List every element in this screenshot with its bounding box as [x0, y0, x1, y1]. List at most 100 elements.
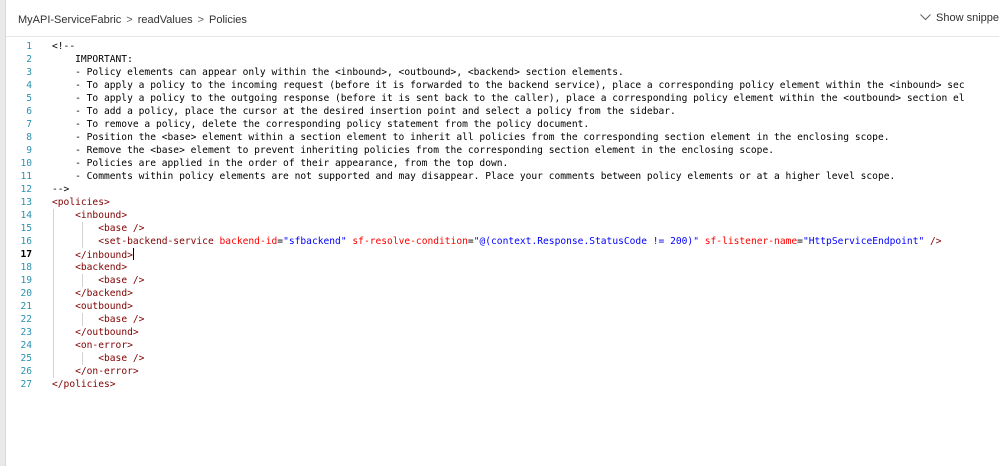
line-number: 17 [20, 249, 32, 260]
code-text: - To apply a policy to the outgoing resp… [52, 92, 965, 105]
show-snippets-toggle[interactable]: Show snippe [920, 12, 999, 24]
code-text: - To remove a policy, delete the corresp… [52, 118, 589, 131]
code-token: - To remove a policy, delete the corresp… [52, 119, 590, 130]
code-token: <base /> [98, 353, 145, 364]
text-cursor [132, 248, 134, 260]
breadcrumb-separator: > [197, 14, 205, 26]
code-token: "HttpServiceEndpoint" [802, 236, 925, 247]
code-line[interactable]: 21 <outbound> [6, 300, 999, 313]
code-text: </policies> [52, 378, 116, 391]
line-number: 27 [20, 379, 32, 390]
line-number: 14 [20, 210, 32, 221]
code-line[interactable]: 20 </backend> [6, 287, 999, 300]
code-token: - Position the <base> element within a s… [52, 132, 890, 143]
code-token: - Remove the <base> element to prevent i… [52, 145, 774, 156]
breadcrumb-item-api[interactable]: MyAPI-ServiceFabric [18, 14, 121, 26]
code-token: <base /> [98, 275, 145, 286]
code-token: - Comments within policy elements are no… [52, 171, 896, 182]
code-line[interactable]: 3 - Policy elements can appear only with… [6, 66, 999, 79]
code-token: - Policy elements can appear only within… [52, 67, 624, 78]
code-line[interactable]: 26 </on-error> [6, 365, 999, 378]
code-line[interactable]: 14 <inbound> [6, 209, 999, 222]
code-token: sf-listener-name [704, 236, 798, 247]
code-line[interactable]: 9 - Remove the <base> element to prevent… [6, 144, 999, 157]
code-token: "@(context.Response.StatusCode != 200)" [473, 236, 699, 247]
code-text: <inbound> [52, 209, 127, 222]
code-line[interactable]: 16 <set-backend-service backend-id="sfba… [6, 235, 999, 248]
code-line[interactable]: 27 </policies> [6, 378, 999, 391]
code-token: IMPORTANT: [52, 54, 133, 65]
code-token: - To add a policy, place the cursor at t… [52, 106, 676, 117]
code-line[interactable]: 15 <base /> [6, 222, 999, 235]
code-token: </backend> [75, 288, 133, 299]
line-number: 5 [26, 93, 32, 104]
line-number: 24 [20, 340, 32, 351]
policy-code-editor[interactable]: 1 <!-- 2 IMPORTANT: 3 - Policy elements can… [6, 38, 999, 466]
chevron-down-icon [920, 12, 931, 24]
breadcrumb-item-operation[interactable]: readValues [138, 14, 193, 26]
code-line[interactable]: 25 <base /> [6, 352, 999, 365]
code-line[interactable]: 19 <base /> [6, 274, 999, 287]
code-line[interactable]: 11 - Comments within policy elements are… [6, 170, 999, 183]
code-line[interactable]: 10 - Policies are applied in the order o… [6, 157, 999, 170]
code-line[interactable]: 13 <policies> [6, 196, 999, 209]
breadcrumb-separator: > [126, 14, 133, 26]
code-text: </backend> [52, 287, 133, 300]
line-number: 19 [20, 275, 32, 286]
code-line[interactable]: 24 <on-error> [6, 339, 999, 352]
line-number: 15 [20, 223, 32, 234]
line-number: 6 [26, 106, 32, 117]
code-text: - To add a policy, place the cursor at t… [52, 105, 676, 118]
code-text: <backend> [52, 261, 127, 274]
code-line[interactable]: 2 IMPORTANT: [6, 53, 999, 66]
code-token: </policies> [52, 379, 116, 390]
code-token: <inbound> [75, 210, 128, 221]
code-text: <on-error> [52, 339, 133, 352]
code-token: <on-error> [75, 340, 133, 351]
indent-guide [81, 274, 83, 287]
code-text: - To apply a policy to the incoming requ… [52, 79, 965, 92]
code-text: <set-backend-service backend-id="sfbacke… [52, 235, 942, 248]
code-text: <base /> [52, 352, 144, 365]
code-line[interactable]: 23 </outbound> [6, 326, 999, 339]
code-token: <!-- [52, 41, 76, 52]
code-line[interactable]: 12 --> [6, 183, 999, 196]
code-line[interactable]: 8 - Position the <base> element within a… [6, 131, 999, 144]
code-line[interactable]: 18 <backend> [6, 261, 999, 274]
code-token: <base /> [98, 223, 145, 234]
code-line[interactable]: 4 - To apply a policy to the incoming re… [6, 79, 999, 92]
code-token: backend-id [219, 236, 278, 247]
code-token: - To apply a policy to the incoming requ… [52, 80, 965, 91]
code-token: <outbound> [75, 301, 133, 312]
line-number: 18 [20, 262, 32, 273]
code-text: <policies> [52, 196, 110, 209]
code-token: /> [930, 236, 942, 247]
code-line[interactable]: 6 - To add a policy, place the cursor at… [6, 105, 999, 118]
code-line[interactable]: 7 - To remove a policy, delete the corre… [6, 118, 999, 131]
line-number: 10 [20, 158, 32, 169]
code-line[interactable]: 17 </inbound> [6, 248, 999, 261]
code-text: - Position the <base> element within a s… [52, 131, 890, 144]
code-text: --> [52, 183, 69, 196]
code-token: <policies> [52, 197, 110, 208]
line-number: 21 [20, 301, 32, 312]
code-line[interactable]: 22 <base /> [6, 313, 999, 326]
code-line[interactable]: 1 <!-- [6, 40, 999, 53]
breadcrumb: MyAPI-ServiceFabric > readValues > Policies [18, 14, 247, 26]
line-number: 2 [26, 54, 32, 65]
line-number: 1 [26, 41, 32, 52]
code-line[interactable]: 5 - To apply a policy to the outgoing re… [6, 92, 999, 105]
line-number: 7 [26, 119, 32, 130]
line-number: 11 [20, 171, 32, 182]
line-number: 4 [26, 80, 32, 91]
code-text: </outbound> [52, 326, 139, 339]
